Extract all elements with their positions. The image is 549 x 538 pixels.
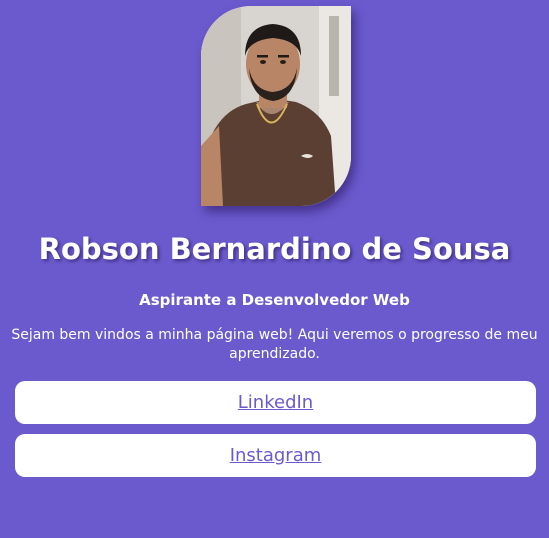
instagram-card[interactable]: Instagram (15, 434, 536, 477)
profile-photo (201, 6, 351, 206)
profile-name: Robson Bernardino de Sousa (38, 232, 511, 266)
profile-photo-image (201, 6, 351, 206)
welcome-message: Sejam bem vindos a minha página web! Aqu… (11, 327, 538, 362)
linkedin-link[interactable]: LinkedIn (238, 392, 313, 414)
linkedin-card[interactable]: LinkedIn (15, 381, 536, 424)
instagram-link[interactable]: Instagram (230, 445, 322, 467)
profile-page: Robson Bernardino de Sousa Aspirante a D… (0, 0, 549, 538)
profile-role: Aspirante a Desenvolvedor Web (139, 291, 410, 309)
